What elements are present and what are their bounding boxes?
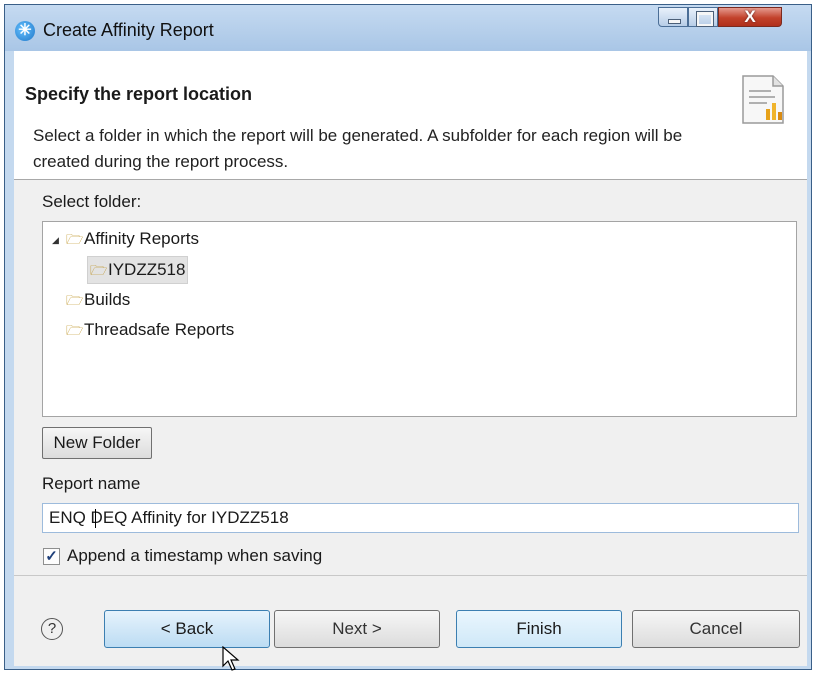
- window-title: Create Affinity Report: [43, 20, 214, 40]
- minimize-button[interactable]: [658, 7, 688, 27]
- tree-item-builds[interactable]: 🗁Builds: [66, 287, 130, 313]
- back-button[interactable]: < Back: [104, 610, 270, 648]
- page-description: Select a folder in which the report will…: [33, 126, 683, 171]
- title-bar[interactable]: ✳ Create Affinity Report X: [5, 5, 811, 51]
- maximize-button[interactable]: [688, 7, 718, 27]
- wizard-banner: Specify the report location Select a fol…: [14, 51, 807, 180]
- timestamp-checkbox-label[interactable]: Append a timestamp when saving: [67, 546, 322, 566]
- cancel-button[interactable]: Cancel: [632, 610, 800, 648]
- report-name-value: ENQ DEQ Affinity for IYDZZ518: [49, 508, 289, 527]
- folder-open-icon: 🗁: [66, 231, 84, 247]
- dialog-content: Select folder: ◢ 🗁Affinity Reports 🗁IYDZZ…: [14, 180, 807, 576]
- tree-item-label: Builds: [84, 290, 131, 309]
- expand-triangle-icon[interactable]: ◢: [52, 227, 66, 253]
- folder-open-icon: 🗁: [90, 262, 108, 278]
- report-name-input[interactable]: ENQ DEQ Affinity for IYDZZ518: [42, 503, 799, 533]
- report-document-icon: [742, 75, 784, 124]
- close-icon: X: [744, 7, 756, 26]
- tree-item-threadsafe-reports[interactable]: 🗁Threadsafe Reports: [66, 317, 234, 343]
- minimize-icon: [668, 19, 681, 24]
- folder-open-icon: 🗁: [66, 292, 84, 308]
- close-button[interactable]: X: [718, 7, 782, 27]
- folder-tree[interactable]: ◢ 🗁Affinity Reports 🗁IYDZZ518 🗁Builds 🗁Th…: [42, 221, 797, 417]
- button-bar: ? < Back Next > Finish Cancel: [14, 576, 807, 671]
- select-folder-label: Select folder:: [42, 192, 142, 211]
- create-affinity-report-dialog: ✳ Create Affinity Report X Specify the r…: [4, 4, 812, 671]
- tree-item-label: Threadsafe Reports: [84, 320, 235, 339]
- mouse-pointer-icon: [222, 646, 240, 671]
- tree-item-label: IYDZZ518: [108, 260, 186, 279]
- text-caret: [95, 509, 96, 528]
- asterisk-app-icon: ✳: [15, 21, 35, 41]
- tree-item-affinity-reports[interactable]: ◢ 🗁Affinity Reports: [52, 226, 199, 252]
- tree-item-label: Affinity Reports: [84, 229, 199, 248]
- new-folder-button[interactable]: New Folder: [42, 427, 152, 459]
- finish-button[interactable]: Finish: [456, 610, 622, 648]
- help-icon[interactable]: ?: [41, 618, 63, 640]
- report-name-label: Report name: [42, 474, 141, 493]
- timestamp-checkbox[interactable]: ✓: [43, 548, 60, 565]
- tree-item-iydzz518[interactable]: 🗁IYDZZ518: [87, 256, 189, 284]
- page-title: Specify the report location: [25, 84, 253, 104]
- next-button[interactable]: Next >: [274, 610, 440, 648]
- folder-open-icon: 🗁: [66, 322, 84, 338]
- maximize-icon: [697, 12, 713, 26]
